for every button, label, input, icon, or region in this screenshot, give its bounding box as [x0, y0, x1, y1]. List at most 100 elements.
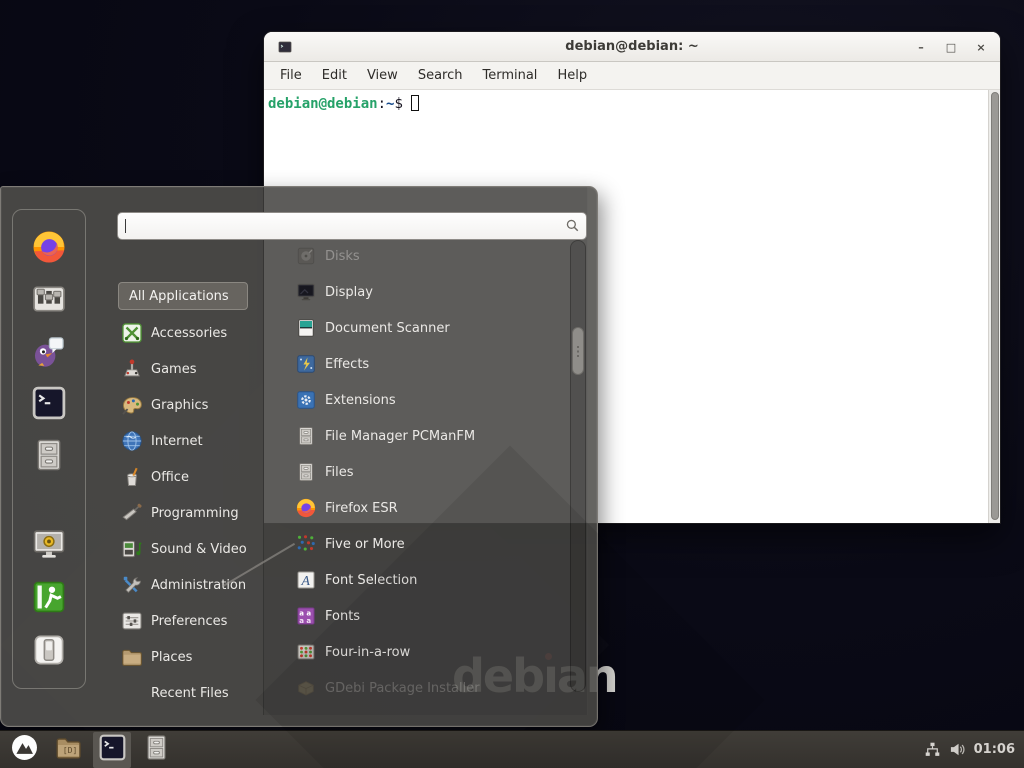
office-icon — [121, 466, 143, 488]
taskbar: [D] 01:06 — [0, 730, 1024, 768]
disks-icon — [296, 246, 316, 266]
window-button-minimize[interactable]: – — [914, 41, 928, 54]
favorites-list — [13, 210, 85, 474]
application-gdebi-package-installer[interactable]: GDebi Package Installer — [292, 670, 570, 706]
category-accessories[interactable]: Accessories — [118, 315, 266, 351]
clock[interactable]: 01:06 — [974, 742, 1015, 757]
pidgin-icon — [32, 334, 66, 372]
category-list: All Applications Accessories Games Graph… — [118, 279, 266, 711]
network-icon — [924, 747, 941, 762]
terminal-scrollbar[interactable] — [988, 90, 1000, 523]
menubar-item-search[interactable]: Search — [408, 65, 473, 86]
category-graphics[interactable]: Graphics — [118, 387, 266, 423]
category-preferences[interactable]: Preferences — [118, 603, 266, 639]
four-in-a-row-icon — [296, 642, 316, 662]
favorite-pidgin[interactable] — [31, 334, 67, 370]
display-icon — [296, 282, 316, 302]
firefox-icon — [32, 230, 66, 268]
application-extensions[interactable]: Extensions — [292, 382, 570, 418]
taskbar-button-file-manager[interactable]: [D] — [49, 732, 87, 768]
extensions-icon — [296, 390, 316, 410]
document-scanner-icon — [296, 318, 316, 338]
games-icon — [121, 358, 143, 380]
terminal-cursor — [411, 95, 419, 111]
lock-screen-icon — [32, 527, 66, 565]
category-office[interactable]: Office — [118, 459, 266, 495]
file-cabinet-icon — [296, 426, 316, 446]
menu-logo-icon — [11, 734, 38, 765]
session-list — [13, 527, 85, 669]
tray-button-volume[interactable] — [949, 741, 967, 759]
menubar-item-file[interactable]: File — [270, 65, 312, 86]
preferences-icon — [121, 610, 143, 632]
accessories-icon — [121, 322, 143, 344]
taskbar-button-menu[interactable] — [5, 732, 43, 768]
application-four-in-a-row[interactable]: Four-in-a-row — [292, 634, 570, 670]
taskbar-button-files[interactable] — [137, 732, 175, 768]
category-recent-files[interactable]: Recent Files — [118, 675, 266, 711]
favorite-terminal[interactable] — [31, 386, 67, 422]
session-button-lock-screen[interactable] — [31, 527, 67, 563]
taskbar-launchers: [D] — [0, 732, 175, 768]
application-file-manager-pcmanfm[interactable]: File Manager PCManFM — [292, 418, 570, 454]
places-icon — [121, 646, 143, 668]
application-firefox-esr[interactable]: Firefox ESR — [292, 490, 570, 526]
window-button-maximize[interactable]: □ — [944, 41, 958, 54]
menu-scrollbar-thumb[interactable] — [572, 327, 584, 375]
session-button-shutdown[interactable] — [31, 633, 67, 669]
terminal-icon — [99, 734, 126, 765]
menubar-item-terminal[interactable]: Terminal — [472, 65, 547, 86]
category-sound-video[interactable]: Sound & Video — [118, 531, 266, 567]
category-games[interactable]: Games — [118, 351, 266, 387]
session-button-logout[interactable] — [31, 580, 67, 616]
prompt-dollar: $ — [394, 96, 402, 112]
application-disks[interactable]: Disks — [292, 238, 570, 274]
window-title: debian@debian: ~ — [264, 32, 1000, 62]
programming-icon — [121, 502, 143, 524]
menubar-item-view[interactable]: View — [357, 65, 408, 86]
fonts-icon: a aa a — [296, 606, 316, 626]
tray-button-network[interactable] — [924, 741, 942, 759]
svg-text:[D]: [D] — [62, 745, 77, 755]
application-files[interactable]: Files — [292, 454, 570, 490]
svg-text:a a: a a — [299, 617, 311, 625]
category-places[interactable]: Places — [118, 639, 266, 675]
graphics-icon — [121, 394, 143, 416]
desktop: debıan debian@debian: ~ –□× FileEditView… — [0, 0, 1024, 768]
volume-icon — [949, 747, 966, 762]
search-input[interactable] — [117, 212, 587, 240]
tray-icons — [924, 741, 967, 759]
shutdown-icon — [32, 633, 66, 671]
application-fonts[interactable]: a aa a Fonts — [292, 598, 570, 634]
category-internet[interactable]: Internet — [118, 423, 266, 459]
menu-scrollbar[interactable] — [570, 240, 586, 692]
mixer-icon — [32, 282, 66, 320]
menubar-item-help[interactable]: Help — [547, 65, 597, 86]
file-cabinet-icon — [143, 734, 170, 765]
terminal-menubar: FileEditViewSearchTerminalHelp — [264, 62, 1000, 90]
application-five-or-more[interactable]: Five or More — [292, 526, 570, 562]
app-menu: All Applications Accessories Games Graph… — [0, 186, 598, 727]
favorite-volume-control[interactable] — [31, 282, 67, 318]
file-cabinet-icon — [32, 438, 66, 476]
terminal-scrollbar-thumb[interactable] — [991, 92, 999, 520]
menubar-item-edit[interactable]: Edit — [312, 65, 357, 86]
prompt-colon: : — [378, 96, 386, 112]
folder-icon: [D] — [55, 734, 82, 765]
titlebar[interactable]: debian@debian: ~ – □ × — [264, 32, 1000, 62]
category-all-applications[interactable]: All Applications — [118, 282, 248, 310]
application-document-scanner[interactable]: Document Scanner — [292, 310, 570, 346]
application-font-selection[interactable]: A Font Selection — [292, 562, 570, 598]
favorite-firefox[interactable] — [31, 230, 67, 266]
window-button-close[interactable]: × — [974, 41, 988, 54]
application-display[interactable]: Display — [292, 274, 570, 310]
favorites-sidebar — [12, 209, 86, 689]
application-effects[interactable]: Effects — [292, 346, 570, 382]
taskbar-button-terminal-window[interactable] — [93, 732, 131, 768]
window-controls: – □ × — [914, 32, 988, 62]
category-programming[interactable]: Programming — [118, 495, 266, 531]
terminal-icon — [32, 386, 66, 424]
gdebi-icon — [296, 678, 316, 698]
search-box — [117, 212, 587, 240]
favorite-files[interactable] — [31, 438, 67, 474]
